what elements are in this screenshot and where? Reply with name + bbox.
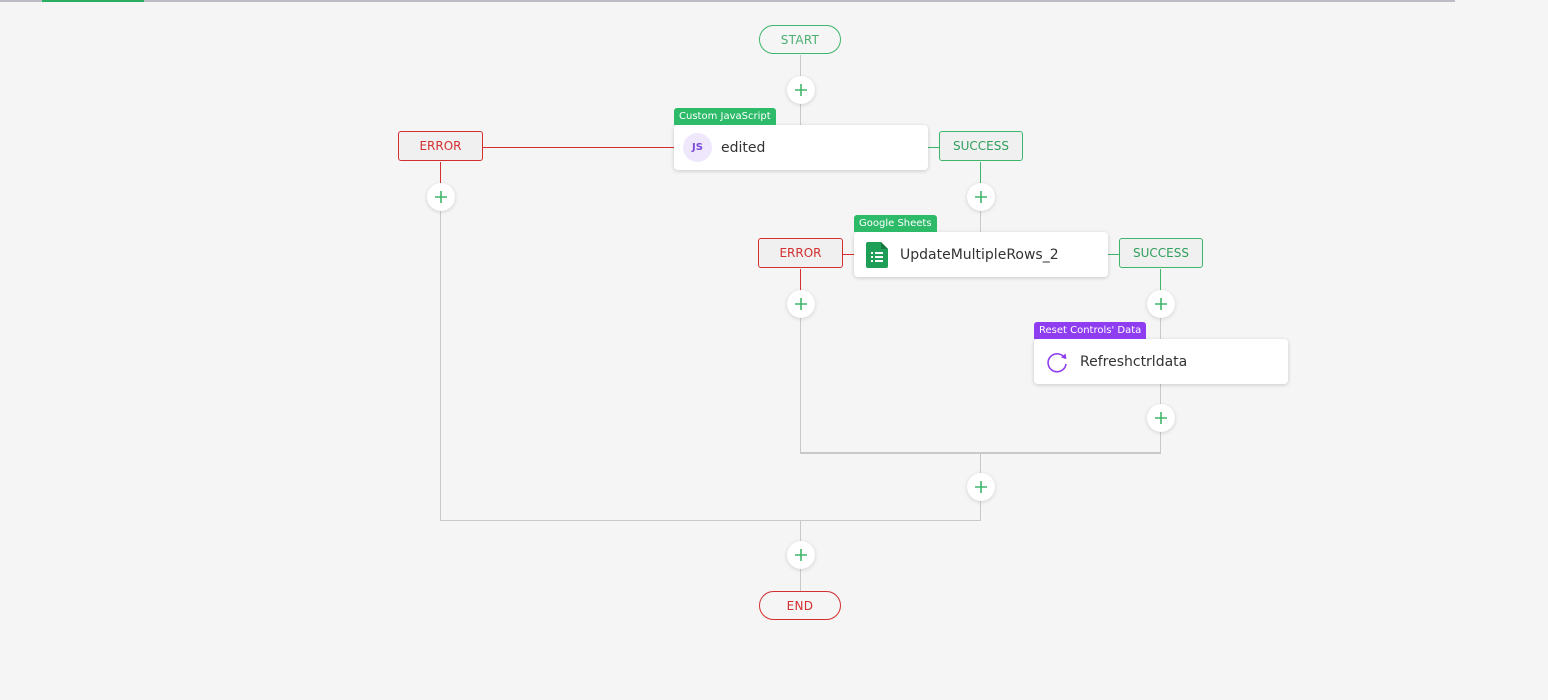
end-node: END — [759, 591, 841, 620]
refresh-icon — [1047, 352, 1067, 373]
success-connector-line — [928, 147, 939, 148]
add-step-button[interactable] — [787, 541, 815, 569]
step-type-tag: Google Sheets — [854, 215, 937, 232]
plus-icon — [795, 549, 807, 561]
connector-line — [440, 210, 441, 521]
connector-line — [980, 453, 981, 475]
merge-line — [440, 520, 981, 521]
add-step-button[interactable] — [1147, 404, 1175, 432]
js-icon: JS — [683, 133, 712, 162]
success-branch-label: SUCCESS — [1119, 238, 1203, 268]
plus-icon — [795, 84, 807, 96]
step-name: Refreshctrldata — [1080, 353, 1188, 370]
connector-line — [800, 317, 801, 453]
add-step-button[interactable] — [427, 183, 455, 211]
connector-line — [980, 210, 981, 232]
plus-icon — [435, 191, 447, 203]
plus-icon — [975, 481, 987, 493]
error-connector-line — [482, 147, 674, 148]
connector-line — [1160, 384, 1161, 406]
step-type-tag: Reset Controls' Data — [1034, 322, 1147, 339]
step-type-tag: Custom JavaScript — [674, 108, 776, 125]
plus-icon — [975, 191, 987, 203]
error-branch-label: ERROR — [398, 131, 483, 161]
add-step-button[interactable] — [787, 290, 815, 318]
step-name: edited — [721, 139, 766, 156]
step-name: UpdateMultipleRows_2 — [900, 246, 1059, 263]
google-sheets-icon — [866, 241, 888, 268]
add-step-button[interactable] — [1147, 290, 1175, 318]
flow-step-google-sheets[interactable]: Google Sheets UpdateMultipleRows_2 — [854, 215, 1108, 277]
success-connector-line — [1108, 254, 1119, 255]
success-branch-label: SUCCESS — [939, 131, 1023, 161]
connector-line — [1160, 430, 1161, 452]
error-branch-label: ERROR — [758, 238, 843, 268]
add-step-button[interactable] — [967, 473, 995, 501]
plus-icon — [795, 298, 807, 310]
flow-step-reset-controls-data[interactable]: Reset Controls' Data Refreshctrldata — [1034, 322, 1288, 384]
plus-icon — [1155, 412, 1167, 424]
error-connector-line — [842, 254, 854, 255]
add-step-button[interactable] — [967, 183, 995, 211]
connector-line — [1160, 317, 1161, 339]
flow-canvas: START ERROR Custom JavaScript JS edited … — [0, 0, 1548, 700]
connector-line — [980, 499, 981, 521]
plus-icon — [1155, 298, 1167, 310]
flow-step-custom-javascript[interactable]: Custom JavaScript JS edited — [674, 108, 928, 170]
add-step-button[interactable] — [787, 76, 815, 104]
start-node: START — [759, 25, 841, 54]
